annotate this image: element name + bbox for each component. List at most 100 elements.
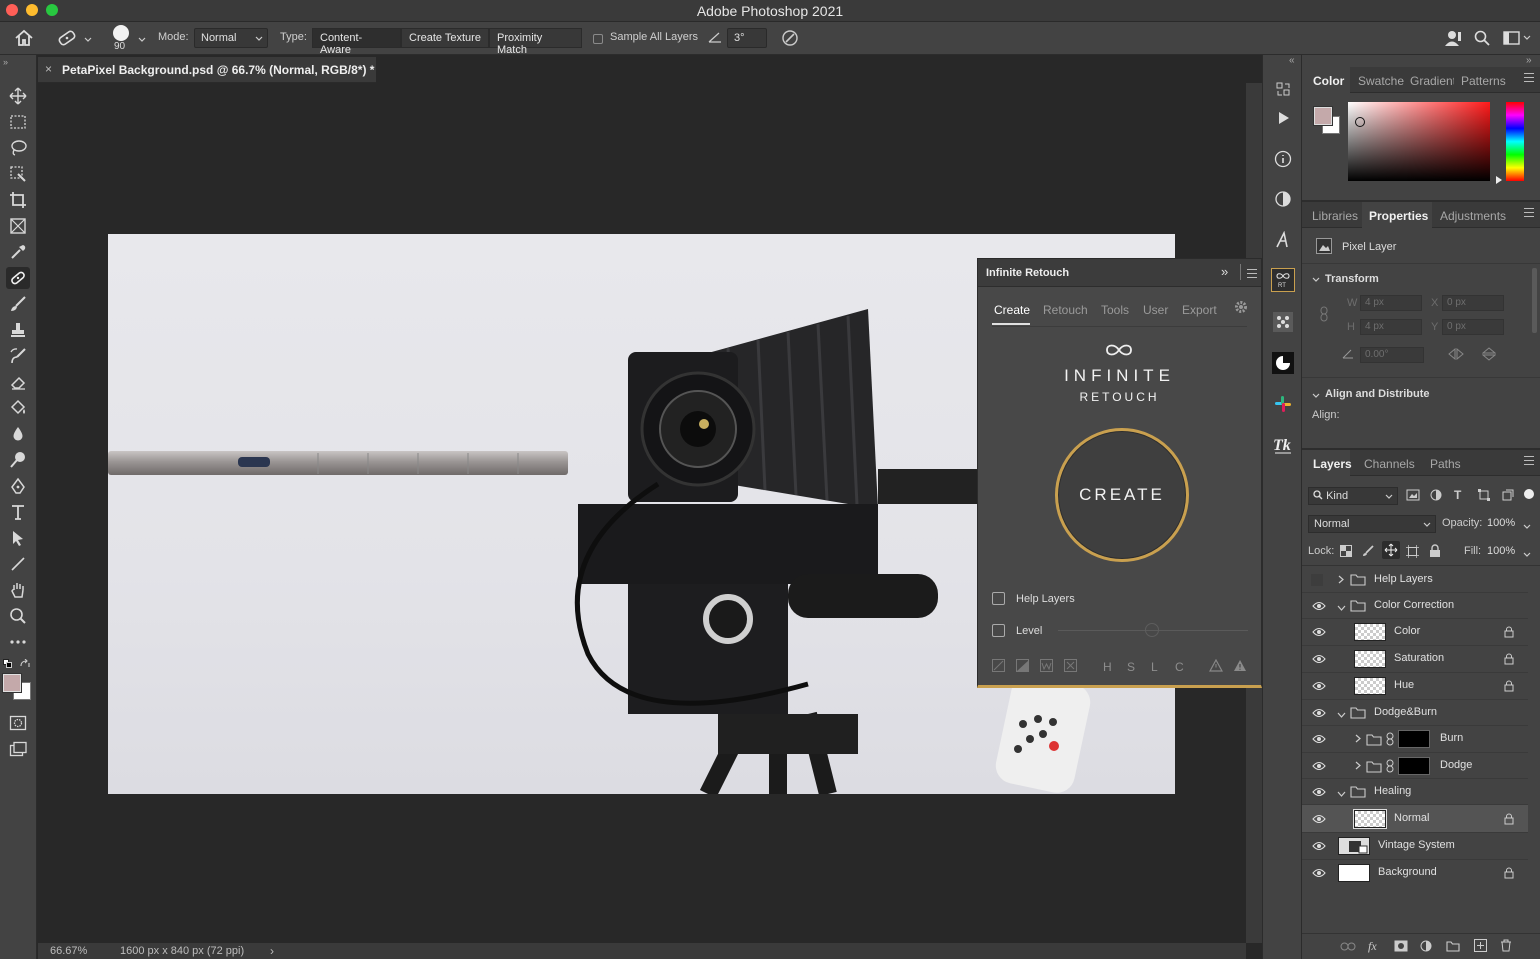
brush-tool-icon[interactable] [6,293,30,315]
infinite-retouch-strip-icon[interactable]: RT [1271,268,1295,292]
chevron-down-icon[interactable] [1523,521,1531,533]
fill-value[interactable]: 100% [1487,545,1515,557]
new-layer-icon[interactable] [1474,939,1487,955]
proximity-match-button[interactable]: Proximity Match [489,28,582,56]
lock-pixels-icon[interactable] [1362,545,1374,560]
rotation-input[interactable]: 0.00° [1360,347,1424,363]
double-chevron-icon[interactable]: » [3,57,8,67]
chevron-right-icon[interactable]: › [270,944,274,958]
lasso-tool-icon[interactable] [6,137,30,159]
tab-user[interactable]: User [1143,303,1168,317]
x-input[interactable]: 0 px [1442,295,1504,311]
chevron-down-icon[interactable] [1337,602,1346,614]
link-layers-icon[interactable] [1340,942,1356,954]
transform-section-title[interactable]: Transform [1325,273,1379,285]
adjustments-icon[interactable] [1271,187,1295,211]
flip-vertical-icon[interactable] [1481,347,1497,364]
close-tab-icon[interactable]: × [45,62,52,76]
default-colors-icon[interactable] [3,659,13,672]
collapse-panel-icon[interactable]: » [1221,264,1228,279]
panel-menu-icon[interactable] [1524,208,1534,220]
layer-row-hue[interactable]: Hue [1302,673,1528,700]
blur-tool-icon[interactable] [6,423,30,445]
eye-icon[interactable] [1312,708,1326,721]
delete-layer-icon[interactable] [1500,939,1512,955]
healing-brush-tool-icon[interactable] [6,267,30,289]
create-texture-button[interactable]: Create Texture [401,28,489,48]
filter-pixel-icon[interactable] [1406,489,1420,504]
filter-toggle[interactable] [1524,489,1534,499]
saturation-button[interactable]: S [1127,660,1135,674]
line-tool-icon[interactable] [6,553,30,575]
y-input[interactable]: 0 px [1442,319,1504,335]
plugin-dots-icon[interactable] [1271,310,1295,334]
new-adjustment-layer-icon[interactable] [1420,940,1432,955]
dodge-tool-icon[interactable] [6,449,30,471]
content-aware-button[interactable]: Content-Aware [312,28,401,56]
zoom-tool-icon[interactable] [6,605,30,627]
filter-smart-object-icon[interactable] [1502,489,1514,504]
paint-bucket-tool-icon[interactable] [6,397,30,419]
brush-tip-icon[interactable] [113,25,129,41]
hue-slider[interactable] [1506,102,1524,181]
foreground-color-swatch[interactable] [2,673,22,693]
tab-tools[interactable]: Tools [1101,303,1129,317]
chevron-down-icon[interactable] [1337,709,1346,721]
tab-swatches[interactable]: Swatche [1358,74,1404,88]
history-brush-tool-icon[interactable] [6,345,30,367]
panel-menu-icon[interactable] [1247,269,1257,281]
eye-icon[interactable] [1312,654,1326,667]
panel-menu-icon[interactable] [1524,73,1534,85]
eyedropper-tool-icon[interactable] [6,241,30,263]
create-button[interactable]: CREATE [1055,428,1189,562]
eye-icon[interactable] [1312,868,1326,881]
luminosity-button[interactable]: L [1151,660,1158,674]
eye-icon[interactable] [1312,601,1326,614]
swap-colors-icon[interactable] [19,658,31,672]
eye-icon[interactable] [1312,761,1326,774]
chevron-down-icon[interactable] [1337,788,1346,800]
layer-effects-icon[interactable]: fx [1368,939,1377,954]
glyphs-icon[interactable] [1271,228,1295,252]
chevron-down-icon[interactable] [1523,549,1531,561]
frame-tool-icon[interactable] [6,215,30,237]
collapse-strip-icon[interactable]: « [1289,55,1295,66]
opacity-value[interactable]: 100% [1487,517,1515,529]
angle-input[interactable]: 3° [727,28,767,48]
hue-button[interactable]: H [1103,660,1112,674]
lock-position-icon[interactable] [1382,541,1400,559]
marquee-tool-icon[interactable] [6,111,30,133]
filter-shape-icon[interactable] [1478,489,1490,504]
tab-paths[interactable]: Paths [1430,457,1461,471]
layer-filter-select[interactable]: Kind [1308,487,1398,505]
gear-icon[interactable] [1234,300,1248,317]
eye-icon[interactable] [1312,787,1326,800]
screen-mode-icon[interactable] [6,738,30,760]
eye-icon[interactable] [1312,627,1326,640]
lock-all-icon[interactable] [1429,544,1441,560]
color-field[interactable] [1348,102,1490,181]
pressure-size-icon[interactable] [781,29,799,50]
slack-icon[interactable] [1271,392,1295,416]
chevron-down-icon[interactable] [1312,274,1320,286]
history-panel-icon[interactable] [1271,77,1295,101]
blend-mode-select[interactable]: Normal [1308,515,1436,533]
warning-outline-icon[interactable] [1208,658,1224,675]
more-tools-icon[interactable] [6,631,30,653]
tab-properties[interactable]: Properties [1369,209,1428,223]
layer-row-healing[interactable]: Healing [1302,779,1528,805]
layer-row-dodge[interactable]: Dodge [1302,753,1528,779]
chevron-right-icon[interactable] [1355,734,1361,746]
pen-tool-icon[interactable] [6,475,30,497]
lock-artboard-icon[interactable] [1406,545,1419,561]
panel-menu-icon[interactable] [1524,456,1534,468]
mode-select[interactable]: Normal [194,28,268,48]
tab-patterns[interactable]: Patterns [1461,74,1506,88]
share-user-icon[interactable] [1444,29,1464,50]
move-tool-icon[interactable] [6,85,30,107]
layer-row-color[interactable]: Color [1302,619,1528,646]
level-slider-handle[interactable] [1145,623,1159,637]
tab-retouch[interactable]: Retouch [1043,303,1088,317]
hand-tool-icon[interactable] [6,579,30,601]
workspace-icon[interactable] [1503,31,1531,48]
